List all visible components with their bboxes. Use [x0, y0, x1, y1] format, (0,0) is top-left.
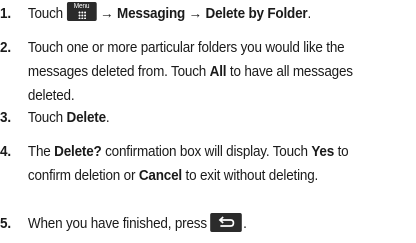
step-text: Touch Menu → Messaging → Delete by Folder.: [28, 2, 411, 26]
arrow-icon: →: [100, 6, 114, 22]
step-text-pre: messages deleted from. Touch: [27, 64, 210, 80]
step-text: When you have finished, press.: [28, 212, 411, 236]
step-line: messages deleted from. Touch All to have…: [28, 60, 411, 84]
step-text-end: .: [307, 6, 312, 22]
menu-key-caption: Menu: [73, 3, 90, 10]
step-line: confirm deletion or Cancel to exit witho…: [28, 164, 411, 188]
step-line: deleted.: [27, 88, 75, 104]
option-delete: Delete: [66, 110, 107, 126]
step-text-post: to: [334, 144, 349, 160]
arrow-icon: →: [188, 6, 203, 22]
step-text-end: .: [243, 216, 247, 232]
step-text: Touch one or more particular folders you…: [28, 36, 411, 108]
back-key-icon: [210, 213, 243, 232]
menu-key-icon: Menu: [66, 2, 97, 21]
step-number: 1.: [0, 6, 11, 22]
menu-item-messaging: Messaging: [117, 6, 186, 22]
step-text-post: to exit without deleting.: [181, 168, 319, 184]
step-text-mid: confirmation box will display. Touch: [101, 144, 312, 160]
dialog-title-delete: Delete?: [54, 144, 102, 160]
step-text-pre: When you have finished, press: [27, 216, 207, 232]
option-yes: Yes: [311, 144, 335, 160]
step-text-post: to have all messages: [226, 64, 353, 80]
step-number: 5.: [0, 216, 11, 232]
grid-dots-icon: [77, 11, 87, 19]
step-text-pre: Touch: [27, 110, 67, 126]
step-number: 2.: [0, 40, 11, 56]
step-text-pre: confirm deletion or: [27, 168, 139, 184]
instruction-list: 1. Touch Menu → Messaging → Delete by Fold…: [0, 0, 416, 243]
back-arrow-icon: [219, 216, 235, 227]
step-number: 4.: [0, 144, 11, 160]
step-line: The Delete? confirmation box will displa…: [28, 140, 411, 164]
step-number: 3.: [0, 110, 11, 126]
option-all: All: [209, 64, 227, 80]
step-line: Touch one or more particular folders you…: [27, 40, 345, 56]
step-text-end: .: [105, 110, 110, 126]
step-text: The Delete? confirmation box will displa…: [28, 140, 411, 188]
option-cancel: Cancel: [138, 168, 182, 184]
step-text-pre: Touch: [27, 6, 63, 22]
step-text: Touch Delete.: [28, 106, 411, 130]
menu-item-delete-by-folder: Delete by Folder: [205, 6, 308, 22]
step-text-pre: The: [27, 144, 55, 160]
